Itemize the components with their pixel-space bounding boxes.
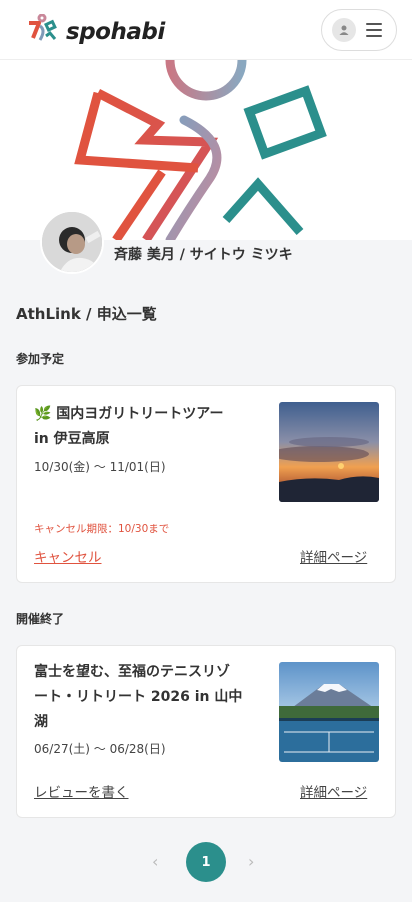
card-title-line1: 🌿 国内ヨガリトリートツアー: [34, 406, 224, 422]
section-title-finished: 開催終了: [16, 612, 65, 626]
user-name: 斉藤 美月 / サイトウ ミツキ: [114, 247, 293, 263]
hamburger-menu-icon: [366, 23, 382, 37]
detail-page-link[interactable]: 詳細ページ: [300, 546, 367, 566]
detail-page-link[interactable]: 詳細ページ: [300, 781, 367, 801]
card-title-line3: 湖: [34, 714, 48, 730]
logo-text: spohabi: [66, 19, 165, 45]
user-icon: [332, 18, 356, 42]
cancel-link[interactable]: キャンセル: [34, 546, 102, 566]
card-title-line1: 富士を望む、至福のテニスリゾ: [34, 664, 230, 680]
chevron-left-icon[interactable]: ‹: [152, 852, 158, 871]
application-card-upcoming: 🌿 国内ヨガリトリートツアー in 伊豆高原 10/30(金) 〜 11/01(…: [16, 385, 396, 583]
pagination: ‹ 1 ›: [0, 842, 412, 882]
page-title: AthLink / 申込一覧: [16, 305, 157, 323]
card-date: 06/27(土) 〜 06/28(日): [34, 742, 166, 756]
card-title[interactable]: 富士を望む、至福のテニスリゾ ート・リトリート 2026 in 山中 湖: [34, 660, 262, 735]
app-header: spohabi: [0, 0, 412, 60]
card-title[interactable]: 🌿 国内ヨガリトリートツアー in 伊豆高原: [34, 402, 262, 452]
card-title-line2: in 伊豆高原: [34, 431, 110, 447]
account-menu-button[interactable]: [321, 9, 397, 51]
spohabi-mark-icon: [26, 13, 58, 50]
card-thumbnail-sunset[interactable]: [279, 402, 379, 502]
avatar: [40, 210, 104, 274]
chevron-right-icon[interactable]: ›: [248, 852, 254, 871]
card-date: 10/30(金) 〜 11/01(日): [34, 460, 166, 474]
section-title-upcoming: 参加予定: [16, 352, 65, 366]
logo[interactable]: spohabi: [26, 13, 165, 50]
write-review-link[interactable]: レビューを書く: [34, 781, 129, 801]
page-number-current[interactable]: 1: [186, 842, 226, 882]
card-title-line2: ート・リトリート 2026 in 山中: [34, 689, 243, 705]
application-card-finished: 富士を望む、至福のテニスリゾ ート・リトリート 2026 in 山中 湖 06/…: [16, 645, 396, 818]
card-thumbnail-fuji-tennis[interactable]: [279, 662, 379, 762]
cancel-deadline: キャンセル期限：10/30まで: [34, 523, 170, 535]
